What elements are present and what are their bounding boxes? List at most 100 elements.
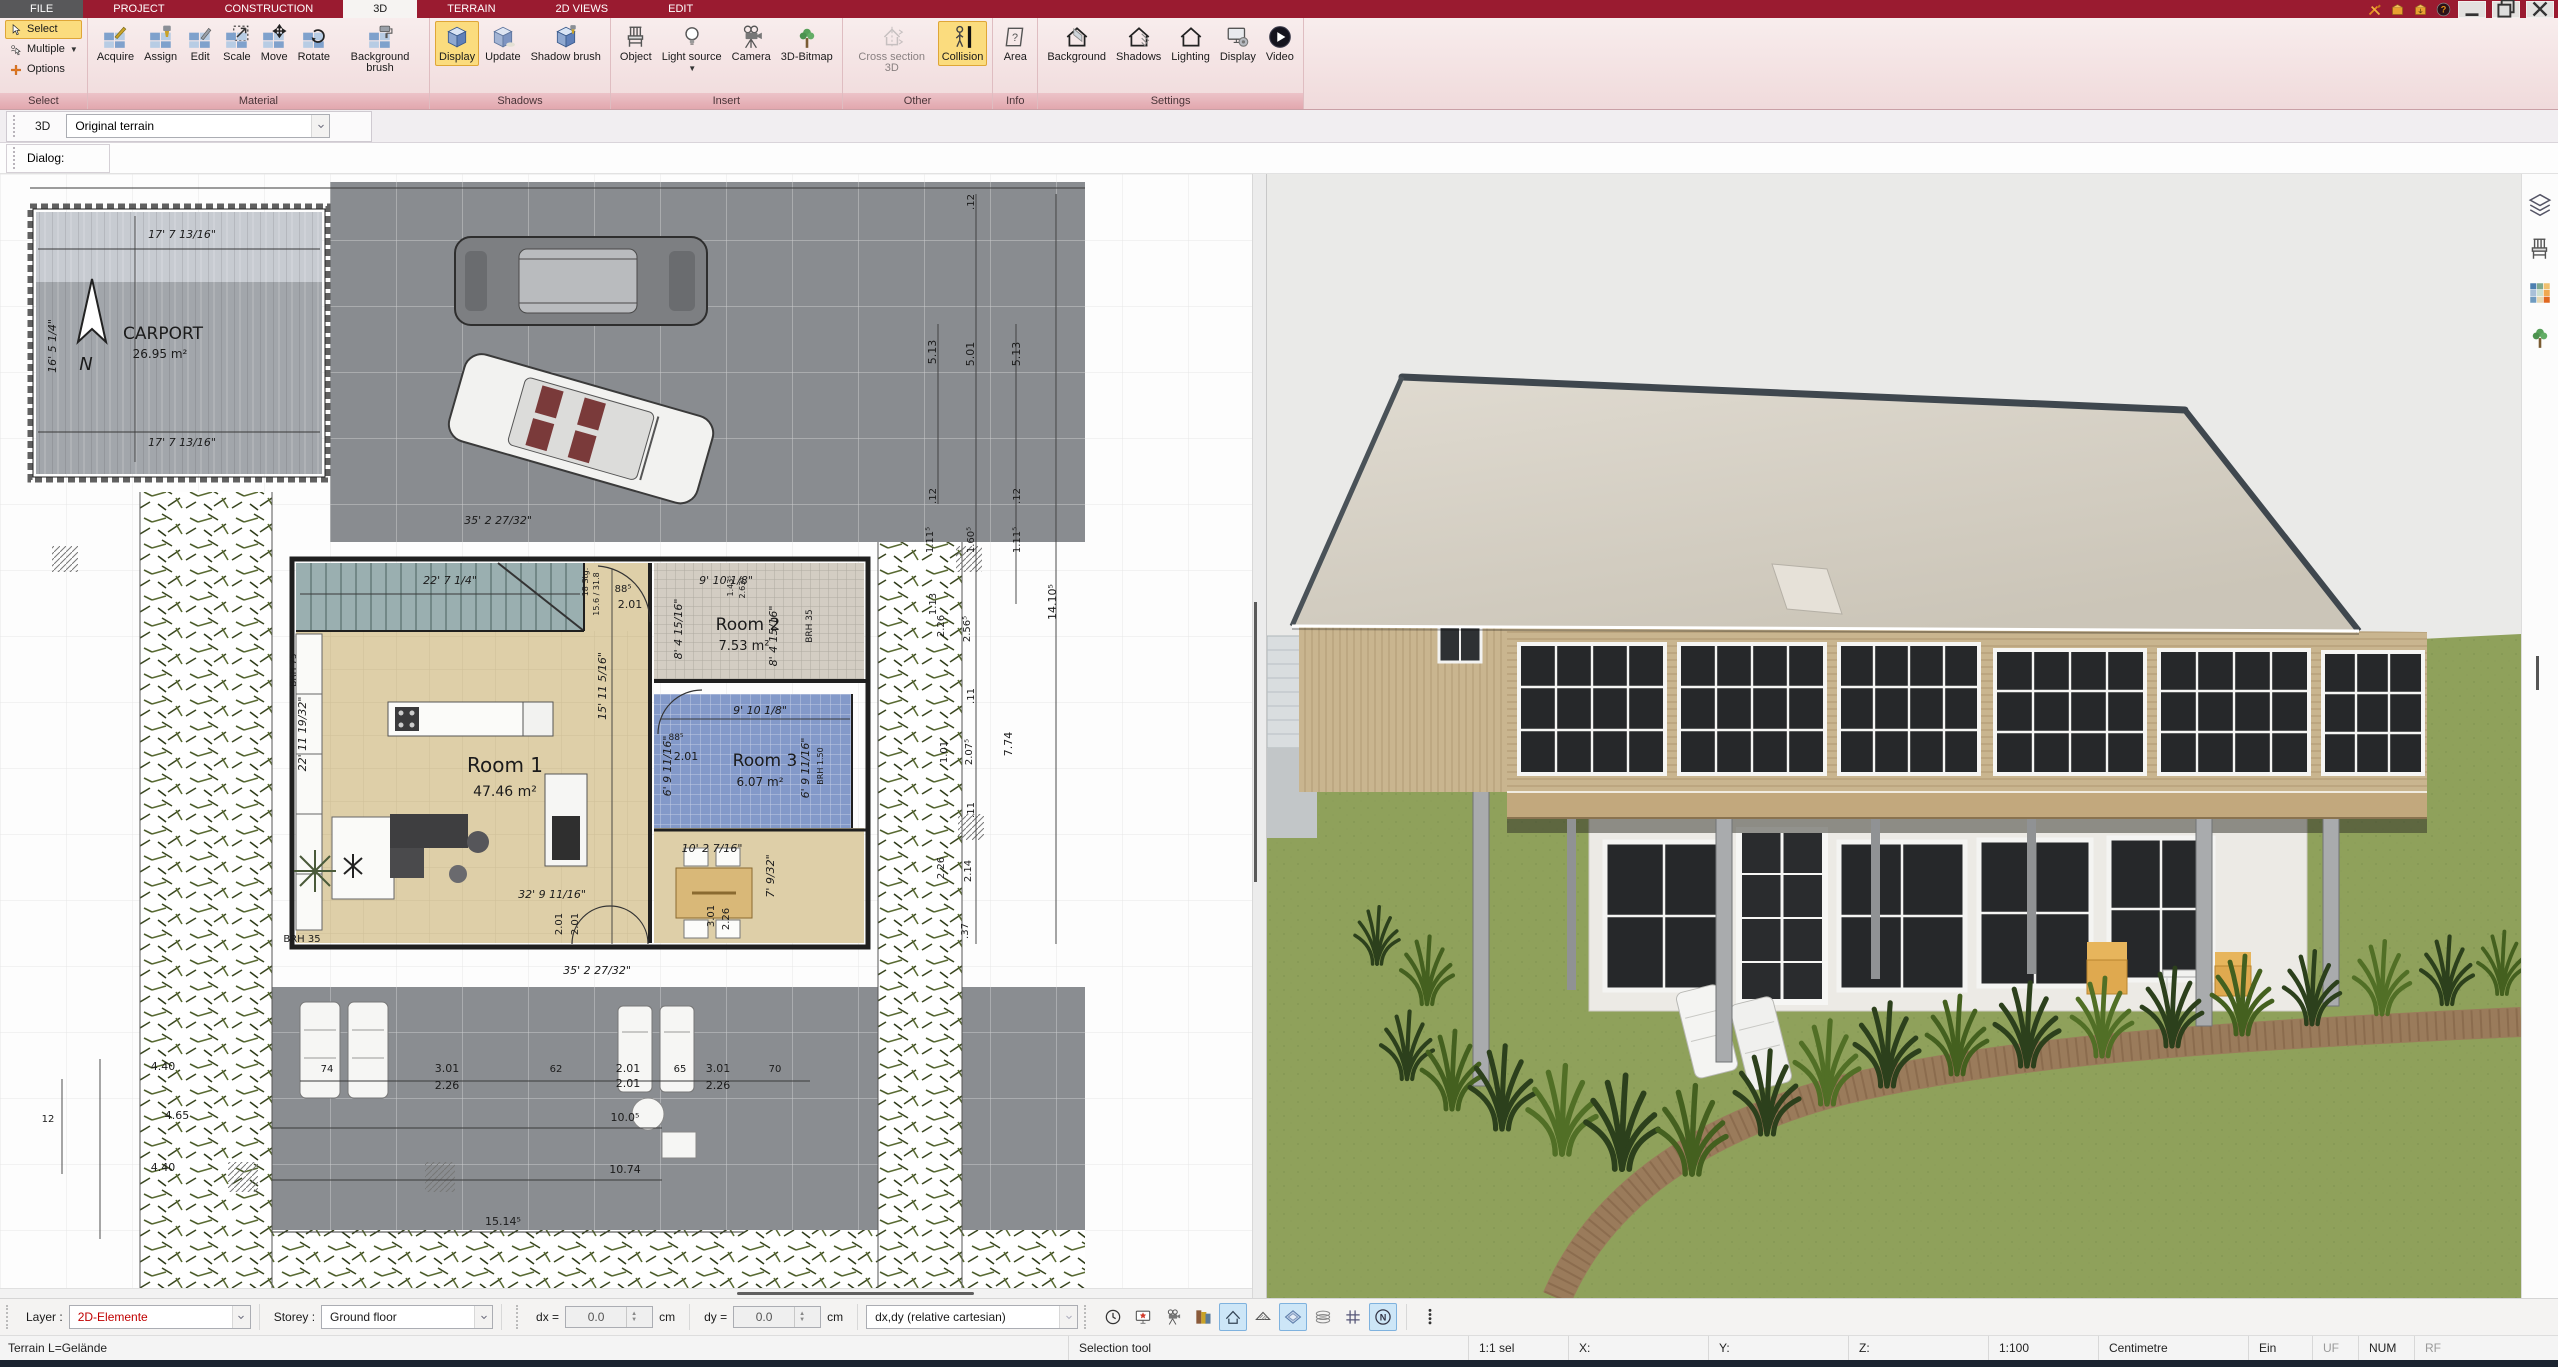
plan-dimension-label: N <box>79 354 92 375</box>
roof-texture-icon[interactable] <box>1249 1303 1277 1331</box>
help-icon[interactable]: ? <box>2435 1 2452 17</box>
north-arrow-icon[interactable]: N <box>1369 1303 1397 1331</box>
dx-input[interactable]: ▲▼ <box>565 1306 653 1328</box>
layer-select-value: 2D-Elemente <box>70 1310 232 1324</box>
multiple-button[interactable]: Multiple▼ <box>5 40 82 59</box>
background-brush-button[interactable]: Background brush <box>336 21 424 77</box>
tab-edit[interactable]: EDIT <box>638 0 723 18</box>
texture-catalog-icon[interactable] <box>1189 1303 1217 1331</box>
2d-plan-canvas[interactable]: 17' 7 13/16"CARPORT26.95 m²16' 5 1/4"17'… <box>0 174 1252 1289</box>
camera-icon <box>738 24 764 50</box>
chevron-down-icon[interactable] <box>311 115 329 137</box>
shadow-brush-button[interactable]: Shadow brush <box>527 21 605 66</box>
plan-dimension-label: 65 <box>674 1064 687 1075</box>
splitter-handle-icon[interactable] <box>1254 602 1257 882</box>
grid-toggle-icon[interactable] <box>1339 1303 1367 1331</box>
objects-panel-button[interactable] <box>2525 234 2555 264</box>
dy-input[interactable]: ▲▼ <box>733 1306 821 1328</box>
overflow-dots-icon[interactable] <box>1416 1303 1444 1331</box>
tools-icon[interactable] <box>2366 1 2383 17</box>
shadows-button[interactable]: Shadows <box>1112 21 1165 66</box>
drag-grip-icon[interactable] <box>13 115 19 137</box>
lighting-button[interactable]: Lighting <box>1167 21 1214 66</box>
layer-rings-icon[interactable] <box>1309 1303 1337 1331</box>
dx-value-field[interactable] <box>566 1309 626 1325</box>
tab-terrain[interactable]: TERRAIN <box>417 0 525 18</box>
drag-grip-icon[interactable] <box>6 1305 12 1329</box>
collision-button[interactable]: Collision <box>938 21 988 66</box>
spinner-arrows-icon[interactable]: ▲▼ <box>626 1307 641 1327</box>
dy-value-field[interactable] <box>734 1309 794 1325</box>
drag-grip-icon[interactable] <box>516 1305 522 1329</box>
panel-drag-handle[interactable] <box>2536 656 2545 690</box>
plan-2d-pane[interactable]: 17' 7 13/16"CARPORT26.95 m²16' 5 1/4"17'… <box>0 174 1252 1298</box>
spinner-arrows-icon[interactable]: ▲▼ <box>794 1307 809 1327</box>
view-3d-pane[interactable] <box>1267 174 2521 1298</box>
drag-grip-icon[interactable] <box>1084 1305 1090 1329</box>
acquire-button[interactable]: Acquire <box>93 21 138 66</box>
terrain-select[interactable]: Original terrain <box>66 114 330 138</box>
assign-button[interactable]: Assign <box>140 21 181 66</box>
tab-3d[interactable]: 3D <box>343 0 417 18</box>
tab-file[interactable]: FILE <box>0 0 83 18</box>
scrollbar-thumb[interactable] <box>737 1292 974 1295</box>
cross-section-3d-button[interactable]: Cross section 3D <box>848 21 936 77</box>
roof-view-icon[interactable] <box>1219 1303 1247 1331</box>
update-button[interactable]: Update <box>481 21 524 66</box>
status-cell-1-1-sel: 1:1 sel <box>1468 1336 1568 1360</box>
cube-brush-icon <box>553 24 579 50</box>
ribbon-group-select: SelectMultiple▼OptionsSelect <box>0 18 88 109</box>
coordinate-mode-select[interactable]: dx,dy (relative cartesian) <box>866 1305 1078 1329</box>
package-icon[interactable] <box>2389 1 2406 17</box>
tab-project[interactable]: PROJECT <box>83 0 194 18</box>
drag-grip-icon[interactable] <box>13 147 19 169</box>
plan-dimension-label: 3.01 <box>706 1062 731 1075</box>
background-button[interactable]: Background <box>1043 21 1110 66</box>
pane-splitter[interactable] <box>1252 174 1267 1298</box>
dx-label: dx = <box>536 1310 559 1324</box>
select-button[interactable]: Select <box>5 20 82 39</box>
tab-2d-views[interactable]: 2D VIEWS <box>526 0 639 18</box>
rotate-button[interactable]: Rotate <box>294 21 334 66</box>
options-button[interactable]: Options <box>5 60 82 79</box>
close-button[interactable] <box>2526 1 2554 18</box>
layer-select[interactable]: 2D-Elemente <box>69 1305 251 1329</box>
cursor-icon <box>9 23 23 37</box>
chevron-down-icon[interactable] <box>232 1306 250 1328</box>
plan-dimension-label: Room 1 <box>467 753 543 777</box>
play-icon <box>1267 24 1293 50</box>
edit-button[interactable]: Edit <box>183 21 217 66</box>
scale-button[interactable]: Scale <box>219 21 255 66</box>
3d-bitmap-button[interactable]: 3D-Bitmap <box>777 21 837 66</box>
chevron-down-icon[interactable] <box>474 1306 492 1328</box>
plan-dimension-label: .11 <box>966 802 977 818</box>
display-button[interactable]: Display <box>435 21 479 66</box>
object-button[interactable]: Object <box>616 21 656 66</box>
materials-panel-button[interactable] <box>2525 278 2555 308</box>
export-icon[interactable] <box>2412 1 2429 17</box>
tile-view-icon[interactable] <box>1279 1303 1307 1331</box>
video-button[interactable]: Video <box>1262 21 1298 66</box>
status-cells: Selection tool1:1 selX:Y:Z:1:100Centimet… <box>1068 1336 2558 1360</box>
right-toolbar <box>2521 174 2558 1298</box>
move-button[interactable]: Move <box>257 21 292 66</box>
display-button[interactable]: Display <box>1216 21 1260 66</box>
plan-dimension-label: 2.26 <box>936 857 947 879</box>
minimize-button[interactable] <box>2458 1 2486 18</box>
video-camera-icon[interactable] <box>1159 1303 1187 1331</box>
ribbon-group-insert: ObjectLight source▼Camera3D-BitmapInsert <box>611 18 843 109</box>
3d-render-canvas[interactable] <box>1267 174 2521 1298</box>
light-source-button[interactable]: Light source▼ <box>658 21 726 77</box>
presentation-icon[interactable] <box>1129 1303 1157 1331</box>
plants-panel-button[interactable] <box>2525 322 2555 352</box>
area-button[interactable]: ?Area <box>998 21 1032 66</box>
chevron-down-icon[interactable] <box>1059 1306 1077 1328</box>
layers-panel-button[interactable] <box>2525 190 2555 220</box>
tab-construction[interactable]: CONSTRUCTION <box>195 0 344 18</box>
restore-button[interactable] <box>2492 1 2520 18</box>
camera-button[interactable]: Camera <box>728 21 775 66</box>
plan-dimension-label: 9' 10 1/8" <box>733 704 787 717</box>
storey-select[interactable]: Ground floor <box>321 1305 493 1329</box>
time-icon[interactable] <box>1099 1303 1127 1331</box>
horizontal-scrollbar[interactable] <box>0 1288 1252 1298</box>
